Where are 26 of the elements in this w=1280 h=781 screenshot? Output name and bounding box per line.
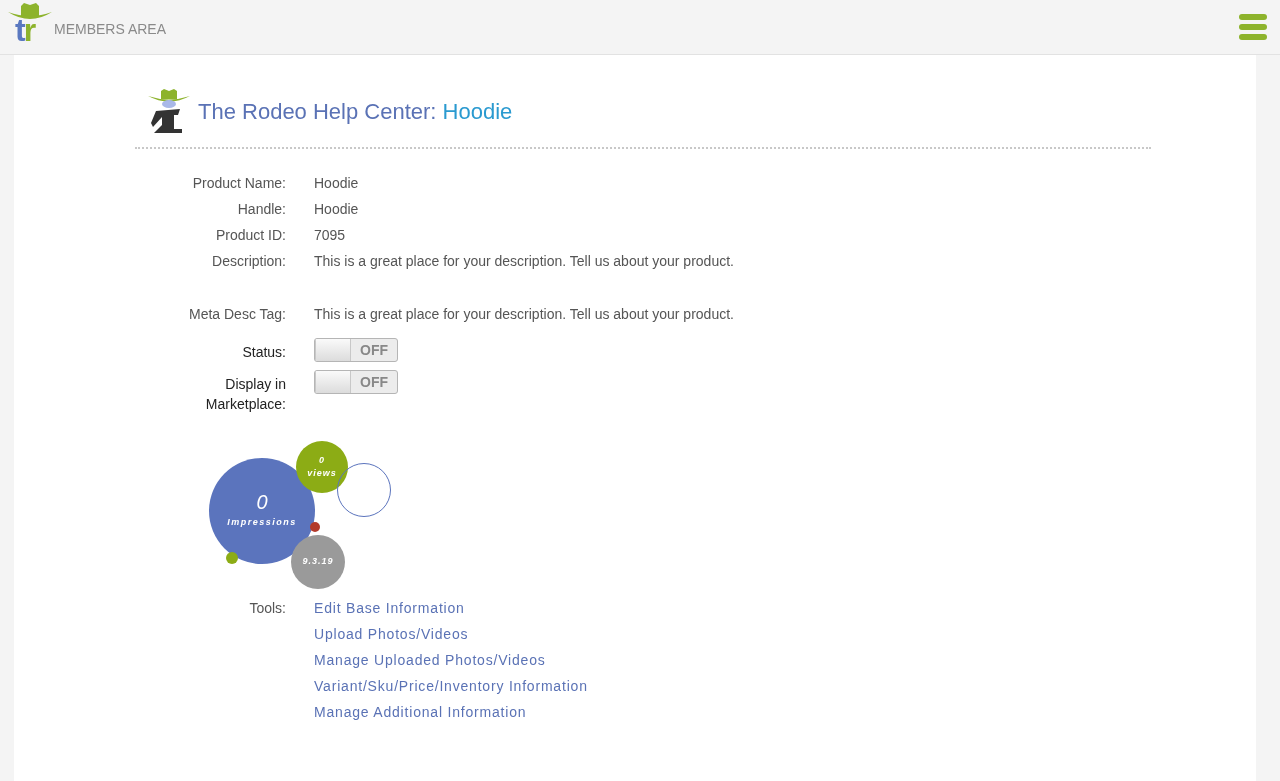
field-label: Handle: [236, 200, 286, 219]
cowboy-mascot-icon [148, 89, 190, 133]
tool-link[interactable]: Manage Uploaded Photos/Videos [314, 650, 588, 676]
members-area-title: MEMBERS AREA [54, 19, 167, 39]
tool-link[interactable]: Edit Base Information [314, 598, 588, 624]
toggle-switch[interactable]: OFF [314, 338, 398, 362]
views-bubble: 0 views [296, 441, 348, 493]
field-value: This is a great place for your description. Tell us about your product. [314, 252, 734, 271]
page-title: The Rodeo Help Center: Hoodie [198, 97, 513, 126]
field-label: Description: [211, 252, 286, 271]
tool-link[interactable]: Variant/Sku/Price/Inventory Information [314, 676, 588, 702]
tool-link[interactable]: Manage Additional Information [314, 702, 588, 728]
tool-link[interactable]: Upload Photos/Videos [314, 624, 588, 650]
menu-icon[interactable] [1239, 14, 1267, 40]
field-value: 7095 [314, 226, 346, 245]
field-value: This is a great place for your description. Tell us about your product. [314, 305, 734, 324]
tools-label: Tools: [248, 599, 286, 618]
field-value: Hoodie [314, 200, 359, 219]
date-bubble: 9.3.19 [291, 535, 345, 589]
toggle-label: Status: [241, 343, 286, 362]
field-label: Product ID: [214, 226, 286, 245]
field-label: Meta Desc Tag: [188, 305, 286, 324]
toggle-switch[interactable]: OFF [314, 370, 398, 394]
field-label: Product Name: [191, 174, 286, 193]
field-value: Hoodie [314, 174, 359, 193]
toggle-label: Display in Marketplace: [204, 375, 286, 414]
